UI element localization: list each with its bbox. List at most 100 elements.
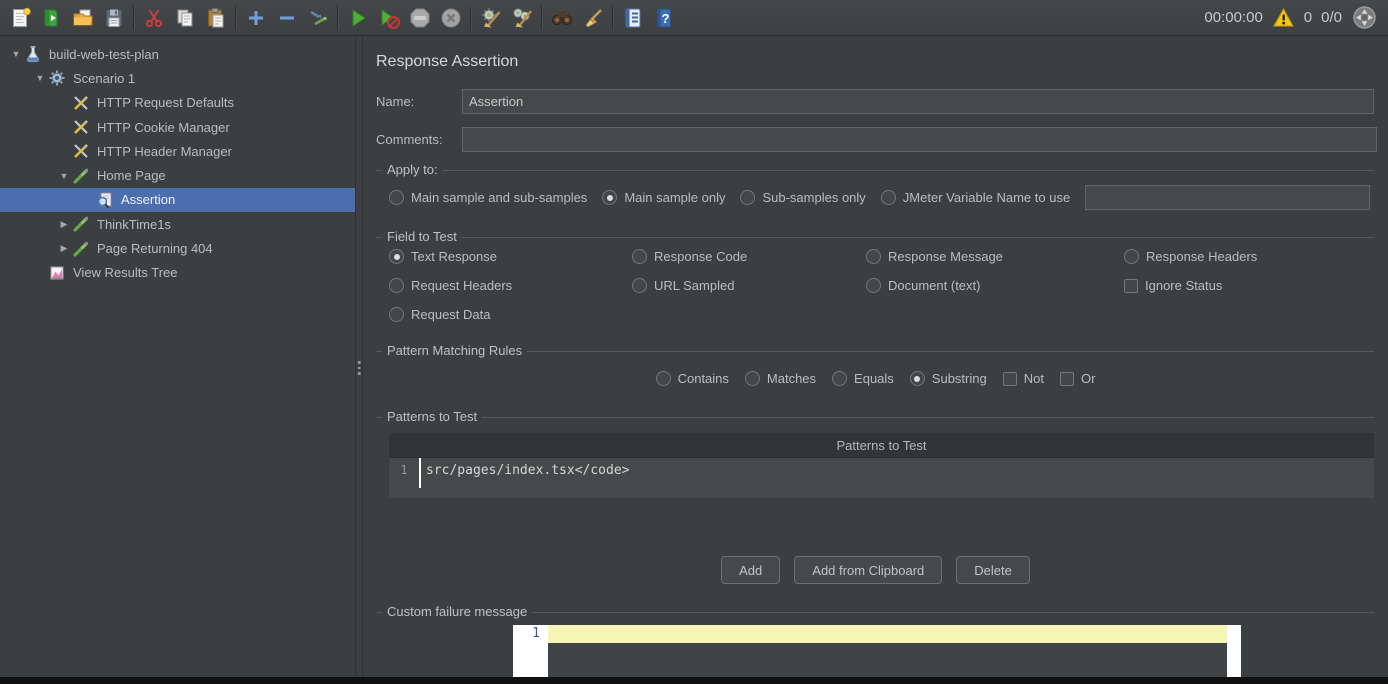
tree-item-assertion[interactable]: Assertion <box>0 188 355 212</box>
sampler-icon <box>72 215 90 233</box>
patterns-table-body[interactable]: 1 src/pages/index.tsx</code> <box>389 458 1374 498</box>
collapse-all-icon[interactable] <box>271 3 302 33</box>
checkbox-or[interactable]: Or <box>1060 371 1095 386</box>
radio-icon <box>389 278 404 293</box>
open-icon[interactable] <box>67 3 98 33</box>
add-from-clipboard-button[interactable]: Add from Clipboard <box>794 556 942 584</box>
tree-splitter[interactable] <box>355 36 363 677</box>
splitter-grip-icon[interactable] <box>358 361 361 375</box>
delete-button[interactable]: Delete <box>956 556 1030 584</box>
tree-item-thinktime1s[interactable]: ThinkTime1s <box>0 212 355 236</box>
fieldset-line <box>376 170 1374 171</box>
save-icon[interactable] <box>98 3 129 33</box>
editor-current-line-highlight[interactable] <box>548 625 1227 643</box>
page-title: Response Assertion <box>376 53 518 71</box>
fieldset-line <box>376 237 1374 238</box>
custom-failure-editor[interactable]: 1 <box>513 625 1241 678</box>
editor-scrollbar[interactable] <box>1227 625 1241 678</box>
tree-item-label: ThinkTime1s <box>97 217 171 232</box>
search-reset-icon[interactable] <box>577 3 608 33</box>
results-tree-icon <box>48 264 66 282</box>
checkbox-ignore-status[interactable]: Ignore Status <box>1124 278 1222 293</box>
tree-item-view-results-tree[interactable]: View Results Tree <box>0 261 355 285</box>
radio-response-message[interactable]: Response Message <box>866 249 1003 264</box>
paste-icon[interactable] <box>200 3 231 33</box>
radio-url-sampled[interactable]: URL Sampled <box>632 278 734 293</box>
field-to-test-legend: Field to Test <box>382 230 462 244</box>
tree-item-http-request-defaults[interactable]: HTTP Request Defaults <box>0 91 355 115</box>
comments-label: Comments: <box>376 127 442 152</box>
name-input[interactable] <box>462 89 1374 114</box>
thread-group-icon <box>48 69 66 87</box>
fieldset-line <box>376 417 1374 418</box>
tree-item-page-returning-404[interactable]: Page Returning 404 <box>0 236 355 260</box>
radio-response-code[interactable]: Response Code <box>632 249 747 264</box>
radio-icon <box>389 307 404 322</box>
test-plan-icon <box>24 45 42 63</box>
apply-to-legend: Apply to: <box>382 163 443 177</box>
tree-item-label: Assertion <box>121 192 175 207</box>
patterns-to-test-legend: Patterns to Test <box>382 410 482 424</box>
clear-icon[interactable] <box>475 3 506 33</box>
editor-text-area[interactable] <box>548 643 1227 678</box>
start-no-pauses-icon[interactable] <box>373 3 404 33</box>
pattern-buttons: Add Add from Clipboard Delete <box>363 556 1388 584</box>
clear-all-icon[interactable] <box>506 3 537 33</box>
expand-all-icon[interactable] <box>240 3 271 33</box>
radio-equals[interactable]: Equals <box>832 371 894 386</box>
radio-icon <box>389 190 404 205</box>
cut-icon[interactable] <box>138 3 169 33</box>
patterns-table-header: Patterns to Test <box>389 433 1374 458</box>
search-icon[interactable] <box>546 3 577 33</box>
tree-item-http-cookie-manager[interactable]: HTTP Cookie Manager <box>0 115 355 139</box>
toolbar-separator <box>470 6 471 30</box>
tree-item-home-page[interactable]: Home Page <box>0 163 355 187</box>
pattern-row[interactable]: 1 src/pages/index.tsx</code> <box>389 458 1374 482</box>
apply-to-options: Main sample and sub-samples Main sample … <box>389 185 1370 210</box>
chevron-down-icon[interactable] <box>32 73 48 83</box>
radio-request-headers[interactable]: Request Headers <box>389 278 512 293</box>
function-helper-icon[interactable] <box>617 3 648 33</box>
custom-failure-message-legend: Custom failure message <box>382 605 532 619</box>
radio-request-data[interactable]: Request Data <box>389 307 491 322</box>
radio-main-sample-only[interactable]: Main sample only <box>602 190 725 205</box>
tree-item-test-plan[interactable]: build-web-test-plan <box>0 42 355 66</box>
chevron-down-icon[interactable] <box>8 49 24 59</box>
tree-item-label: Scenario 1 <box>73 71 135 86</box>
checkbox-icon <box>1060 372 1074 386</box>
add-button[interactable]: Add <box>721 556 780 584</box>
tree-item-scenario-1[interactable]: Scenario 1 <box>0 66 355 90</box>
tree-item-http-header-manager[interactable]: HTTP Header Manager <box>0 139 355 163</box>
checkbox-icon <box>1124 279 1138 293</box>
copy-icon[interactable] <box>169 3 200 33</box>
toggle-icon[interactable] <box>302 3 333 33</box>
thread-counts: 0/0 <box>1321 9 1342 26</box>
pattern-row-text[interactable]: src/pages/index.tsx</code> <box>421 458 630 482</box>
jmeter-variable-input[interactable] <box>1085 185 1370 210</box>
tree-item-label: HTTP Header Manager <box>97 144 232 159</box>
start-icon[interactable] <box>342 3 373 33</box>
radio-sub-samples-only[interactable]: Sub-samples only <box>740 190 865 205</box>
radio-contains[interactable]: Contains <box>656 371 729 386</box>
radio-matches[interactable]: Matches <box>745 371 816 386</box>
warning-icon[interactable] <box>1272 6 1295 29</box>
templates-icon[interactable] <box>36 3 67 33</box>
radio-document-text[interactable]: Document (text) <box>866 278 980 293</box>
toolbar-separator <box>133 6 134 30</box>
new-icon[interactable] <box>5 3 36 33</box>
radio-icon <box>602 190 617 205</box>
radio-main-sample-and-sub-samples[interactable]: Main sample and sub-samples <box>389 190 587 205</box>
radio-icon <box>866 249 881 264</box>
radio-response-headers[interactable]: Response Headers <box>1124 249 1257 264</box>
radio-substring[interactable]: Substring <box>910 371 987 386</box>
radio-jmeter-variable-name[interactable]: JMeter Variable Name to use <box>881 190 1070 205</box>
checkbox-not[interactable]: Not <box>1003 371 1044 386</box>
help-icon[interactable]: ? <box>648 3 679 33</box>
chevron-right-icon[interactable] <box>56 219 72 230</box>
radio-icon <box>881 190 896 205</box>
comments-input[interactable] <box>462 127 1377 152</box>
chevron-right-icon[interactable] <box>56 243 72 254</box>
pattern-row-number: 1 <box>389 458 419 482</box>
chevron-down-icon[interactable] <box>56 171 72 181</box>
radio-text-response[interactable]: Text Response <box>389 249 497 264</box>
